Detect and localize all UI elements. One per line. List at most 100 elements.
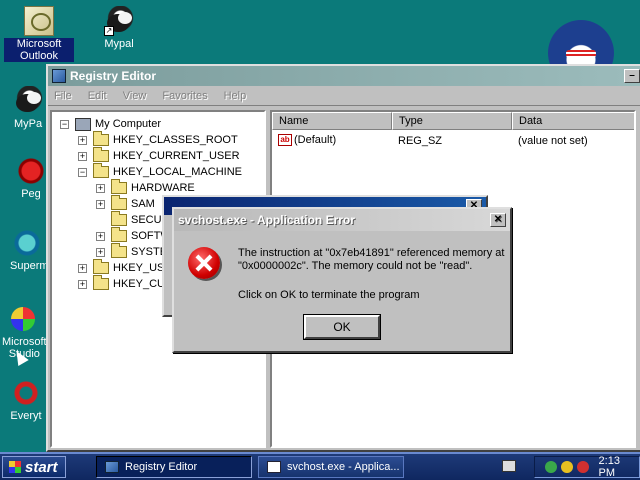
error-message: The instruction at "0x7eb41891" referenc… xyxy=(238,247,505,272)
value-row[interactable]: ab (Default) REG_SZ (value not set) xyxy=(278,134,634,150)
desktop-icon-mypal[interactable]: ↗ Mypal xyxy=(84,6,154,50)
expand-icon[interactable]: + xyxy=(96,247,105,257)
tree-item-hardware[interactable]: + HARDWARE xyxy=(96,179,195,196)
folder-icon xyxy=(111,211,127,226)
studio-icon xyxy=(11,307,35,331)
folder-icon xyxy=(93,259,109,274)
tree-item-hklm[interactable]: − HKEY_LOCAL_MACHINE xyxy=(78,163,242,180)
error-dialog-titlebar[interactable]: svchost.exe - Application Error ✕ xyxy=(174,209,510,231)
tree-item-hku[interactable]: + HKEY_USE xyxy=(78,259,172,276)
tree-item-hkcu[interactable]: + HKEY_CURRENT_USER xyxy=(78,147,240,164)
menu-view[interactable]: View xyxy=(123,90,147,102)
minimize-icon[interactable]: – xyxy=(624,69,640,83)
clock[interactable]: 2:13 PM xyxy=(599,455,639,479)
expand-icon[interactable]: + xyxy=(96,231,105,241)
desktop-icon-label: Superm xyxy=(10,260,49,272)
expand-icon[interactable]: + xyxy=(78,151,87,161)
network-icon[interactable] xyxy=(545,461,557,473)
ok-button[interactable]: OK xyxy=(303,314,381,340)
start-button[interactable]: start xyxy=(2,456,66,478)
expand-icon[interactable]: + xyxy=(78,263,87,273)
windows-logo-icon xyxy=(9,461,21,473)
taskbar-item-label: svchost.exe - Applica... xyxy=(287,461,400,473)
column-header-name[interactable]: Name xyxy=(272,112,392,130)
desktop-icon-mypal-2[interactable]: MyPa xyxy=(10,86,46,130)
folder-icon xyxy=(111,243,127,258)
error-icon xyxy=(188,247,220,279)
menu-bar: File Edit View Favorites Help xyxy=(48,86,640,106)
close-icon[interactable]: ✕ xyxy=(490,213,506,227)
value-name: (Default) xyxy=(294,134,337,146)
registry-icon xyxy=(52,69,66,83)
menu-help[interactable]: Help xyxy=(224,90,247,102)
security-icon[interactable] xyxy=(576,461,589,473)
desktop-icon-label: Microsoft Outlook xyxy=(4,38,74,62)
tree-item-hkcr[interactable]: + HKEY_CLASSES_ROOT xyxy=(78,131,238,148)
desktop-icon-label: Peg xyxy=(21,188,41,200)
collapse-icon[interactable]: − xyxy=(60,119,69,129)
tree-item-label: HKEY_CLASSES_ROOT xyxy=(113,134,238,146)
column-header-type[interactable]: Type xyxy=(392,112,512,130)
tree-item-label: HARDWARE xyxy=(131,182,195,194)
column-header-data[interactable]: Data xyxy=(512,112,634,130)
keyboard-icon[interactable] xyxy=(502,460,516,472)
menu-file[interactable]: File xyxy=(54,90,72,102)
red-app-icon xyxy=(16,156,46,186)
error-dialog-title: svchost.exe - Application Error xyxy=(178,213,355,227)
registry-icon xyxy=(105,461,119,473)
tree-item-label: SAM xyxy=(131,198,155,210)
tree-item-my-computer[interactable]: − My Computer xyxy=(60,116,161,132)
expand-icon[interactable]: + xyxy=(78,135,87,145)
taskbar-item-label: Registry Editor xyxy=(125,461,198,473)
folder-icon xyxy=(93,163,109,178)
desktop-icon-label: Mypal xyxy=(104,38,134,50)
taskbar: start Registry Editor svchost.exe - Appl… xyxy=(0,452,640,480)
registry-titlebar[interactable]: Registry Editor – xyxy=(48,66,640,86)
desktop-icon-outlook[interactable]: Microsoft Outlook xyxy=(4,6,74,62)
search-icon[interactable] xyxy=(560,461,573,473)
everything-icon xyxy=(11,378,41,408)
application-error-dialog[interactable]: svchost.exe - Application Error ✕ The in… xyxy=(172,207,512,353)
tree-item-label: HKEY_LOCAL_MACHINE xyxy=(113,166,242,178)
taskbar-item-registry-editor[interactable]: Registry Editor xyxy=(96,456,252,478)
outlook-icon xyxy=(24,6,54,36)
mypal-icon: ↗ xyxy=(104,6,134,36)
tree-item-sam[interactable]: + SAM xyxy=(96,195,155,212)
shortcut-arrow-icon: ↗ xyxy=(104,26,114,36)
menu-favorites[interactable]: Favorites xyxy=(162,90,207,102)
tree-item-hkcc[interactable]: + HKEY_CUR xyxy=(78,275,173,292)
teal-app-icon xyxy=(12,228,42,258)
expand-icon[interactable]: + xyxy=(78,279,87,289)
desktop-icon-everything[interactable]: Everyt xyxy=(6,378,46,422)
error-instruction: Click on OK to terminate the program xyxy=(238,289,420,301)
folder-icon xyxy=(93,131,109,146)
folder-icon xyxy=(93,147,109,162)
tree-item-system[interactable]: + SYSTE xyxy=(96,243,167,260)
collapse-icon[interactable]: − xyxy=(78,167,87,177)
desktop-icon-superm[interactable]: Superm xyxy=(8,228,49,272)
desktop-icon-label: Everyt xyxy=(10,410,42,422)
value-name-cell: ab (Default) xyxy=(278,134,336,146)
tree-item-software[interactable]: + SOFTW xyxy=(96,227,171,244)
folder-icon xyxy=(111,195,127,210)
expand-icon[interactable]: + xyxy=(96,183,105,193)
string-value-icon: ab xyxy=(278,134,292,146)
folder-icon xyxy=(111,179,127,194)
desktop-icon-peg[interactable]: Peg xyxy=(16,156,46,200)
value-data: (value not set) xyxy=(518,135,588,147)
start-label: start xyxy=(25,458,58,476)
folder-icon xyxy=(93,275,109,290)
value-type: REG_SZ xyxy=(398,135,443,147)
desktop-icon-label: MyPa xyxy=(13,118,43,130)
window-title: Registry Editor xyxy=(70,69,157,83)
expand-icon[interactable]: + xyxy=(96,199,105,209)
menu-edit[interactable]: Edit xyxy=(88,90,107,102)
tree-item-label: My Computer xyxy=(95,118,162,130)
system-tray: 2:13 PM xyxy=(534,455,640,479)
tree-item-label: HKEY_CURRENT_USER xyxy=(113,150,240,162)
computer-icon xyxy=(75,117,91,131)
mypal-icon xyxy=(13,86,43,116)
taskbar-item-svchost-error[interactable]: svchost.exe - Applica... xyxy=(258,456,404,478)
folder-icon xyxy=(111,227,127,242)
window-icon xyxy=(267,461,281,473)
